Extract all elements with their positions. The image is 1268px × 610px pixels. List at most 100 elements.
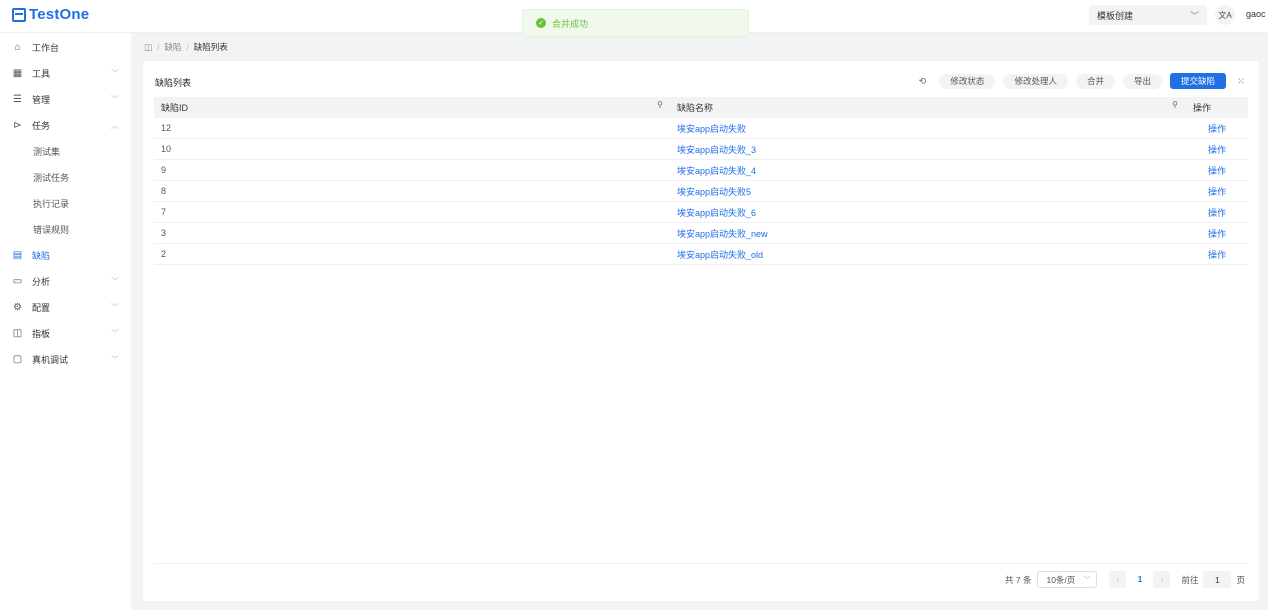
sidebar-item-label: 工具 bbox=[32, 68, 51, 79]
defect-name-link[interactable]: 埃安app启动失败_new bbox=[665, 227, 1180, 240]
goto-page-input[interactable] bbox=[1203, 571, 1232, 588]
sidebar-item-label: 指板 bbox=[32, 328, 51, 339]
defect-name-link[interactable]: 埃安app启动失败_4 bbox=[665, 164, 1180, 177]
breadcrumb-item-defects[interactable]: 缺陷 bbox=[164, 41, 181, 53]
row-action-link[interactable]: 操作 bbox=[1180, 206, 1248, 219]
table-row[interactable]: 7 埃安app启动失败_6 操作 bbox=[154, 202, 1248, 223]
edit-status-button[interactable]: 修改状态 bbox=[939, 73, 996, 89]
device-icon: ▢ bbox=[12, 353, 23, 365]
card-title: 缺陷列表 bbox=[155, 78, 192, 88]
table-row[interactable]: 12 埃安app启动失败 操作 bbox=[154, 118, 1248, 139]
export-button[interactable]: 导出 bbox=[1122, 73, 1162, 89]
table-row[interactable]: 10 埃安app启动失败_3 操作 bbox=[154, 139, 1248, 160]
sidebar: ☷ ⌂工作台▦工具﹀☰管理﹀⊳任务︿测试集测试任务执行记录错误规则▤缺陷▭分析﹀… bbox=[0, 33, 131, 610]
row-action-link[interactable]: 操作 bbox=[1180, 248, 1248, 261]
sidebar-item-label: 管理 bbox=[32, 94, 51, 105]
breadcrumb: ◫ / 缺陷 / 缺陷列表 bbox=[144, 41, 228, 53]
row-action-link[interactable]: 操作 bbox=[1180, 164, 1248, 177]
toolbar: ⟲ 修改状态 修改处理人 合并 导出 提交缺陷 ⁙ bbox=[913, 73, 1248, 89]
defect-name-link[interactable]: 埃安app启动失败5 bbox=[665, 185, 1180, 198]
sidebar-item[interactable]: 测试集 bbox=[0, 138, 131, 164]
column-header-op: 操作 bbox=[1193, 103, 1212, 113]
column-header-name: 缺陷名称 ⚲ bbox=[677, 100, 1178, 113]
sidebar-item[interactable]: ◫ 指板 ﹀ bbox=[0, 320, 131, 346]
pagination-total: 共 7 条 bbox=[1005, 574, 1032, 585]
defect-id-cell: 3 bbox=[161, 228, 167, 238]
row-action-link[interactable]: 操作 bbox=[1180, 122, 1248, 135]
table-row[interactable]: 2 埃安app启动失败_old 操作 bbox=[154, 244, 1248, 265]
defect-id-cell: 10 bbox=[161, 144, 172, 154]
edit-handler-button[interactable]: 修改处理人 bbox=[1003, 73, 1068, 89]
chevron-icon: ﹀ bbox=[111, 94, 119, 104]
calendar-icon: ▭ bbox=[12, 275, 23, 287]
pagination: 共 7 条 10条/页 ﹀ ‹ 1 › 前往 页 bbox=[1005, 571, 1245, 588]
sidebar-item-label: 测试任务 bbox=[33, 172, 70, 183]
table-header: 缺陷ID ⚲ 缺陷名称 ⚲ 操作 bbox=[154, 97, 1248, 118]
sidebar-item[interactable]: ▤ 缺陷 bbox=[0, 242, 131, 268]
refresh-icon[interactable]: ⟲ bbox=[913, 76, 931, 87]
next-page-button[interactable]: › bbox=[1153, 571, 1171, 588]
prev-page-button[interactable]: ‹ bbox=[1109, 571, 1127, 588]
sidebar-item-label: 任务 bbox=[32, 120, 51, 131]
row-action-link[interactable]: 操作 bbox=[1180, 185, 1248, 198]
logo-text: TestOne bbox=[29, 6, 90, 23]
table-row[interactable]: 8 埃安app启动失败5 操作 bbox=[154, 181, 1248, 202]
template-select[interactable]: 模板创建 ﹀ bbox=[1089, 5, 1207, 25]
search-icon[interactable]: ⚲ bbox=[1172, 100, 1178, 109]
defect-name-link[interactable]: 埃安app启动失败_6 bbox=[665, 206, 1180, 219]
breadcrumb-item-current: 缺陷列表 bbox=[193, 42, 228, 52]
sidebar-item[interactable]: ▦ 工具 ﹀ bbox=[0, 60, 131, 86]
chevron-icon: ︿ bbox=[111, 120, 119, 130]
merge-button[interactable]: 合并 bbox=[1075, 73, 1115, 89]
sidebar-item[interactable]: ⚙ 配置 ﹀ bbox=[0, 294, 131, 320]
chevron-icon: ﹀ bbox=[111, 328, 119, 338]
breadcrumb-home-icon[interactable]: ◫ bbox=[144, 42, 152, 53]
defect-name-link[interactable]: 埃安app启动失败_3 bbox=[665, 143, 1180, 156]
submit-defect-button[interactable]: 提交缺陷 bbox=[1169, 73, 1226, 89]
sidebar-item[interactable]: ▭ 分析 ﹀ bbox=[0, 268, 131, 294]
sidebar-item[interactable]: ☰ 管理 ﹀ bbox=[0, 86, 131, 112]
defect-id-cell: 7 bbox=[161, 207, 167, 217]
sidebar-item-label: 测试集 bbox=[33, 146, 61, 157]
template-select-value: 模板创建 bbox=[1097, 10, 1134, 21]
panel-icon: ◫ bbox=[12, 327, 23, 339]
sidebar-item-label: 分析 bbox=[32, 276, 51, 287]
sidebar-item[interactable]: 执行记录 bbox=[0, 190, 131, 216]
defect-id-cell: 8 bbox=[161, 186, 167, 196]
chevron-icon: ﹀ bbox=[111, 276, 119, 286]
toast-message: 合并成功 bbox=[552, 18, 589, 29]
sidebar-item-label: 缺陷 bbox=[32, 250, 51, 261]
search-icon[interactable]: ⚲ bbox=[657, 100, 663, 109]
logo-icon bbox=[12, 7, 26, 22]
page-size-select[interactable]: 10条/页 ﹀ bbox=[1037, 571, 1098, 588]
sidebar-item-label: 配置 bbox=[32, 302, 51, 313]
home-icon: ⌂ bbox=[14, 41, 21, 53]
user-name[interactable]: gaoc bbox=[1246, 9, 1266, 19]
column-settings-icon[interactable]: ⁙ bbox=[1234, 74, 1248, 88]
sidebar-item[interactable]: ▢ 真机调试 ﹀ bbox=[0, 346, 131, 372]
sidebar-item[interactable]: 测试任务 bbox=[0, 164, 131, 190]
sidebar-item-label: 错误规则 bbox=[33, 224, 70, 235]
check-circle-icon: ✓ bbox=[536, 18, 546, 28]
defect-list-card: 缺陷列表 ⟲ 修改状态 修改处理人 合并 导出 提交缺陷 ⁙ 缺陷ID ⚲ 缺陷… bbox=[143, 61, 1259, 601]
table-body: 12 埃安app启动失败 操作 10 埃安app启动失败_3 操作 9 埃安app启动失败_4… bbox=[154, 118, 1248, 265]
language-button[interactable]: 文A bbox=[1215, 5, 1235, 25]
page-number-current[interactable]: 1 bbox=[1131, 571, 1148, 588]
table-row[interactable]: 3 埃安app启动失败_new 操作 bbox=[154, 223, 1248, 244]
defect-name-link[interactable]: 埃安app启动失败_old bbox=[665, 248, 1180, 261]
sidebar-item[interactable]: ⌂ 工作台 bbox=[0, 34, 131, 60]
sidebar-item[interactable]: ⊳ 任务 ︿ bbox=[0, 112, 131, 138]
document-icon: ▤ bbox=[12, 249, 23, 261]
translate-icon: 文A bbox=[1218, 10, 1232, 20]
row-action-link[interactable]: 操作 bbox=[1180, 227, 1248, 240]
defect-id-cell: 9 bbox=[161, 165, 167, 175]
app-logo[interactable]: TestOne bbox=[12, 6, 89, 23]
sidebar-item-label: 执行记录 bbox=[33, 198, 70, 209]
sidebar-item[interactable]: 错误规则 bbox=[0, 216, 131, 242]
column-header-id: 缺陷ID ⚲ bbox=[161, 100, 663, 113]
table-row[interactable]: 9 埃安app启动失败_4 操作 bbox=[154, 160, 1248, 181]
list-icon: ☰ bbox=[13, 93, 22, 105]
defect-name-link[interactable]: 埃安app启动失败 bbox=[665, 122, 1180, 135]
row-action-link[interactable]: 操作 bbox=[1180, 143, 1248, 156]
chevron-icon: ﹀ bbox=[111, 68, 119, 78]
